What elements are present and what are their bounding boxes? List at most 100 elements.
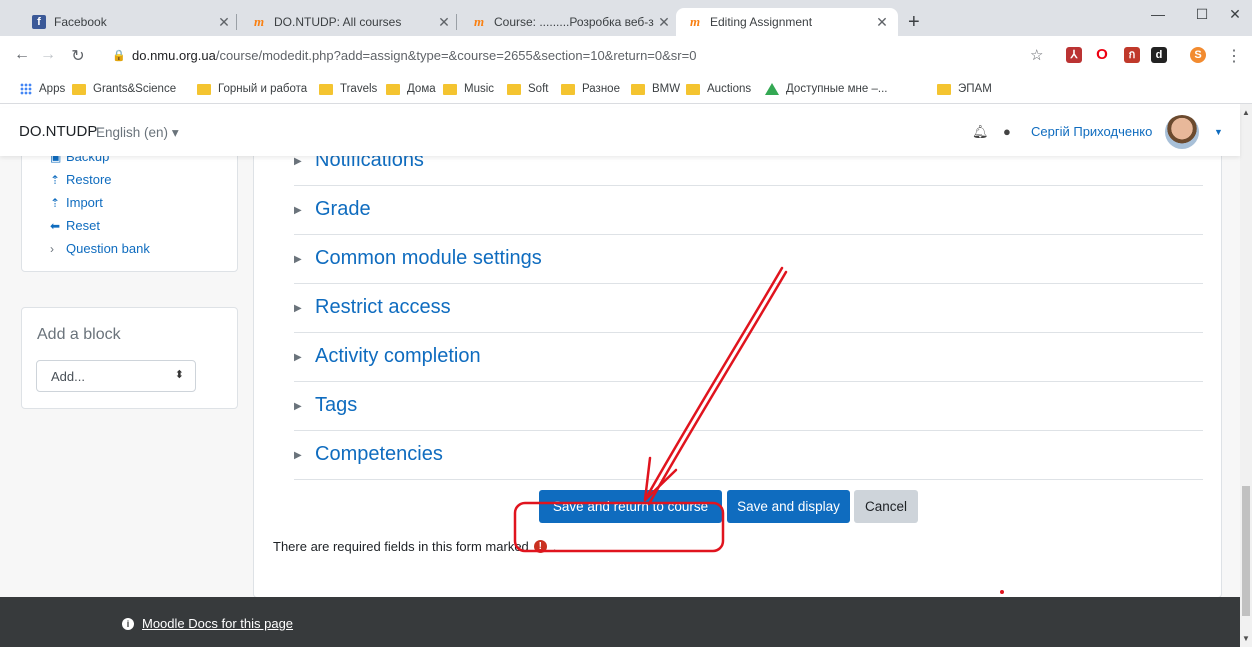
scroll-up-icon[interactable]: ▲ [1242, 108, 1250, 117]
close-icon[interactable]: ✕ [872, 14, 892, 31]
close-icon[interactable]: ✕ [434, 14, 454, 31]
expand-icon: ▶ [294, 450, 302, 461]
opera-extension-icon[interactable]: O [1094, 47, 1110, 63]
new-tab-button[interactable]: + [908, 11, 920, 34]
bookmarks-bar: Apps Grants&Science Горный и работа Trav… [0, 76, 1252, 104]
extension-icon[interactable]: ก [1124, 47, 1140, 63]
caret-down-icon: ▾ [171, 125, 179, 140]
section-tags[interactable]: ▶ Tags [294, 382, 1203, 431]
page-footer: i Moodle Docs for this page [0, 597, 1240, 647]
bookmark-star-icon[interactable]: ☆ [1030, 46, 1043, 64]
tab-facebook[interactable]: f Facebook ✕ [20, 8, 240, 36]
select-arrows-icon: ⬍ [174, 369, 184, 381]
folder-icon [386, 83, 400, 95]
browser-tab-strip: f Facebook ✕ m DO.NTUDP: All courses ✕ m… [0, 0, 1252, 36]
cancel-button[interactable]: Cancel [854, 490, 918, 523]
nav-item-backup[interactable]: ▣ Backup [50, 156, 109, 164]
reload-button[interactable]: ↻ [66, 46, 90, 66]
nav-item-import[interactable]: ⇡ Import [50, 195, 103, 210]
tab-all-courses[interactable]: m DO.NTUDP: All courses ✕ [240, 8, 460, 36]
close-icon[interactable]: ✕ [654, 14, 674, 31]
folder-icon [319, 83, 333, 95]
user-name[interactable]: Сергій Приходченко [1031, 124, 1152, 139]
moodle-icon: m [689, 14, 701, 29]
facebook-icon: f [32, 15, 46, 29]
address-bar[interactable]: 🔒 do.nmu.org.ua/course/modedit.php?add=a… [112, 41, 1144, 69]
site-brand[interactable]: DO.NTUDP [19, 123, 97, 140]
folder-icon [937, 83, 951, 95]
nav-item-reset[interactable]: ⬅ Reset [50, 218, 100, 233]
tab-editing-assignment[interactable]: m Editing Assignment ✕ [676, 8, 898, 36]
bookmark-folder[interactable]: Auctions [686, 83, 751, 95]
assignment-form: ▶ Notifications ▶ Grade ▶ Common module set… [253, 156, 1222, 597]
google-drive-icon [765, 83, 779, 95]
bookmark-folder[interactable]: Music [443, 83, 494, 95]
nav-item-question-bank[interactable]: › Question bank [50, 241, 150, 256]
chat-icon[interactable]: ● [1003, 124, 1011, 139]
chevron-right-icon: › [50, 241, 54, 256]
user-avatar[interactable] [1165, 115, 1199, 149]
section-notifications[interactable]: ▶ Notifications [294, 156, 1203, 186]
folder-icon [561, 83, 575, 95]
required-icon: ! [533, 540, 547, 553]
section-competencies[interactable]: ▶ Competencies [294, 431, 1203, 480]
bookmark-folder[interactable]: Grants&Science [72, 83, 176, 95]
bookmark-drive[interactable]: Доступные мне –... [765, 83, 887, 95]
add-block-panel: Add a block Add... ⬍ [21, 307, 238, 409]
bookmark-folder[interactable]: Дома [386, 83, 436, 95]
bell-icon[interactable]: 🔔︎ [972, 124, 989, 140]
info-icon: i [122, 617, 134, 630]
expand-icon: ▶ [294, 254, 302, 265]
tab-title: Course: .........Розробка веб-застос [494, 15, 654, 29]
save-and-display-button[interactable]: Save and display [727, 490, 850, 523]
back-button[interactable]: ← [10, 46, 34, 64]
extension-icon[interactable]: d [1151, 47, 1167, 63]
folder-icon [507, 83, 521, 95]
minimize-button[interactable]: — [1143, 6, 1173, 22]
page-scrollbar[interactable]: ▲ ▼ [1240, 104, 1252, 647]
required-fields-note: There are required fields in this form m… [273, 539, 557, 554]
browser-toolbar: ← → ↻ 🔒 do.nmu.org.ua/course/modedit.php… [0, 36, 1252, 76]
expand-icon: ▶ [294, 303, 302, 314]
moodle-docs-link[interactable]: i Moodle Docs for this page [122, 616, 293, 631]
forward-button[interactable]: → [36, 46, 60, 64]
bookmark-folder[interactable]: Разное [561, 83, 620, 95]
tab-separator [236, 14, 237, 30]
scroll-thumb[interactable] [1242, 486, 1250, 616]
close-window-button[interactable]: ✕ [1220, 6, 1250, 23]
moodle-icon: m [253, 14, 265, 29]
close-icon[interactable]: ✕ [214, 14, 234, 31]
section-activity-completion[interactable]: ▶ Activity completion [294, 333, 1203, 382]
folder-icon [197, 83, 211, 95]
tab-course[interactable]: m Course: .........Розробка веб-застос ✕ [460, 8, 680, 36]
save-and-return-button[interactable]: Save and return to course [539, 490, 722, 523]
expand-icon: ▶ [294, 205, 302, 216]
browser-menu-icon[interactable]: ⋮ [1222, 46, 1246, 66]
bookmark-folder[interactable]: Soft [507, 83, 548, 95]
upload-icon: ⇡ [50, 172, 61, 187]
folder-icon [443, 83, 457, 95]
maximize-button[interactable]: ☐ [1187, 6, 1217, 23]
tab-title: Editing Assignment [710, 15, 813, 29]
tab-title: Facebook [54, 15, 107, 29]
apps-icon [20, 83, 32, 95]
moodle-navbar: DO.NTUDP English (en) ▾ 🔔︎ ● Сергій Прих… [0, 108, 1240, 156]
profile-avatar[interactable]: S [1190, 47, 1206, 63]
nav-item-restore[interactable]: ⇡ Restore [50, 172, 112, 187]
section-common-module-settings[interactable]: ▶ Common module settings [294, 235, 1203, 284]
add-block-select[interactable]: Add... ⬍ [36, 360, 196, 392]
section-grade[interactable]: ▶ Grade [294, 186, 1203, 235]
bookmark-folder[interactable]: Travels [319, 83, 377, 95]
bookmark-apps[interactable]: Apps [20, 83, 65, 95]
caret-down-icon[interactable]: ▼ [1214, 127, 1223, 137]
pdf-extension-icon[interactable]: ⅄ [1066, 47, 1082, 63]
bookmark-folder[interactable]: ЭПАМ [937, 83, 992, 95]
bookmark-folder[interactable]: BMW [631, 83, 680, 95]
scroll-down-icon[interactable]: ▼ [1242, 634, 1250, 643]
bookmark-folder[interactable]: Горный и работа [197, 83, 307, 95]
language-menu[interactable]: English (en) ▾ [96, 125, 179, 141]
administration-block: ▣ Backup ⇡ Restore ⇡ Import ⬅ Reset › Questio… [21, 156, 238, 272]
folder-icon [72, 83, 86, 95]
arrow-left-icon: ⬅ [50, 218, 61, 233]
section-restrict-access[interactable]: ▶ Restrict access [294, 284, 1203, 333]
